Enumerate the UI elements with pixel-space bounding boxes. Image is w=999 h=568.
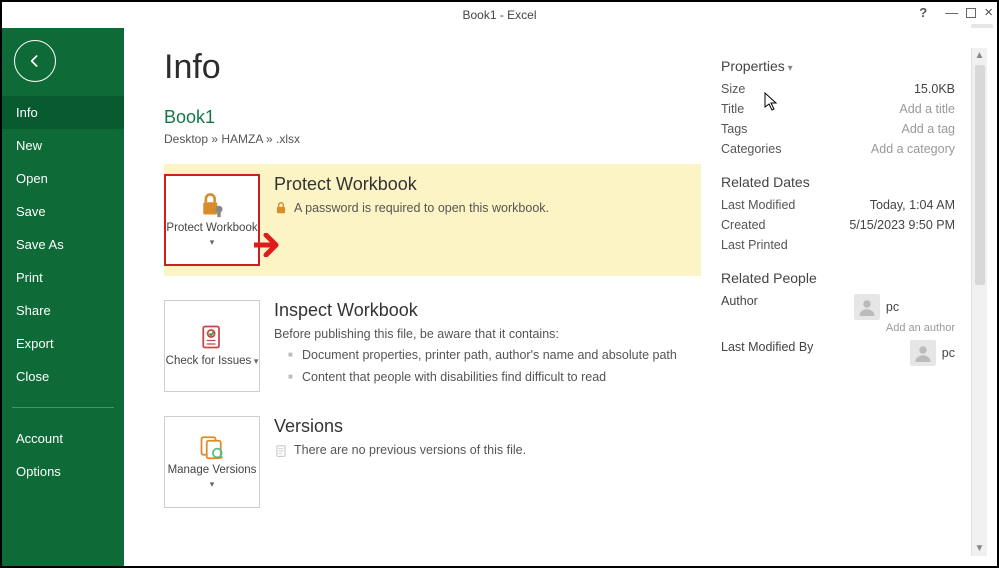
window-title: Book1 - Excel: [462, 8, 536, 22]
versions-heading: Versions: [274, 416, 701, 437]
sidebar-item-share[interactable]: Share: [2, 294, 124, 327]
manage-versions-button[interactable]: Manage Versions: [164, 416, 260, 508]
back-button[interactable]: [14, 40, 56, 82]
file-name: Book1: [164, 107, 701, 128]
chevron-down-icon: [785, 58, 793, 74]
titlebar: Book1 - Excel ? — ×: [2, 2, 997, 28]
sidebar-item-save[interactable]: Save: [2, 195, 124, 228]
person-avatar-icon: [854, 294, 880, 320]
protect-message: A password is required to open this work…: [294, 201, 549, 215]
protect-workbook-button[interactable]: Protect Workbook: [164, 174, 260, 266]
sidebar-item-export[interactable]: Export: [2, 327, 124, 360]
prop-row-size: Size15.0KB: [721, 82, 955, 96]
list-item: Document properties, printer path, autho…: [288, 347, 701, 365]
scroll-down-icon[interactable]: ▼: [975, 541, 985, 556]
sidebar-item-account[interactable]: Account: [2, 422, 124, 455]
sidebar-item-close[interactable]: Close: [2, 360, 124, 393]
protect-tile-label: Protect Workbook: [166, 222, 258, 250]
inspect-issues-list: Document properties, printer path, autho…: [274, 347, 701, 386]
properties-heading[interactable]: Properties: [721, 58, 955, 74]
backstage-sidebar: Info New Open Save Save As Print Share E…: [2, 28, 124, 566]
sidebar-separator: [12, 407, 114, 408]
chevron-down-icon: [210, 236, 215, 248]
chevron-down-icon: [210, 478, 215, 490]
versions-msg: There are no previous versions of this f…: [274, 443, 701, 458]
sidebar-item-info[interactable]: Info: [2, 96, 124, 129]
close-icon[interactable]: ×: [984, 4, 993, 21]
prop-row-title: TitleAdd a title: [721, 102, 955, 116]
properties-panel: Properties Size15.0KB TitleAdd a title T…: [721, 48, 971, 556]
inspect-heading: Inspect Workbook: [274, 300, 701, 321]
prop-row-author: Author pc Add an author: [721, 294, 955, 334]
main-panel: Info Book1 Desktop » HAMZA » .xlsx Prote…: [124, 28, 997, 566]
list-item: Content that people with disabilities fi…: [288, 369, 701, 387]
scroll-thumb[interactable]: [975, 65, 985, 285]
inspect-icon: [198, 323, 226, 351]
related-dates-heading: Related Dates: [721, 174, 955, 190]
prop-row-modified-by: Last Modified By pc: [721, 340, 955, 366]
window-controls: ? — ×: [919, 4, 993, 21]
author-name: pc: [886, 300, 899, 314]
callout-arrow-icon: [254, 233, 286, 257]
prop-row-tags: TagsAdd a tag: [721, 122, 955, 136]
modified-by-name: pc: [942, 346, 955, 360]
help-icon[interactable]: ?: [919, 5, 927, 20]
prop-row-created: Created5/15/2023 9:50 PM: [721, 218, 955, 232]
prop-row-last-printed: Last Printed: [721, 238, 955, 252]
sidebar-item-open[interactable]: Open: [2, 162, 124, 195]
restore-icon[interactable]: [966, 8, 976, 18]
related-people-heading: Related People: [721, 270, 955, 286]
lock-key-icon: [198, 190, 226, 218]
page-title: Info: [164, 48, 701, 87]
prop-row-categories: CategoriesAdd a category: [721, 142, 955, 156]
sidebar-item-print[interactable]: Print: [2, 261, 124, 294]
versions-icon: [198, 432, 226, 460]
inspect-section: Check for Issues Inspect Workbook Before…: [164, 300, 701, 392]
vertical-scrollbar[interactable]: ▲ ▼: [971, 48, 987, 556]
protect-heading: Protect Workbook: [274, 174, 691, 195]
sidebar-item-new[interactable]: New: [2, 129, 124, 162]
lock-icon: [274, 201, 288, 215]
minimize-icon[interactable]: —: [945, 5, 958, 20]
sidebar-item-options[interactable]: Options: [2, 455, 124, 488]
add-author-field[interactable]: Add an author: [886, 322, 955, 334]
app-window: Book1 - Excel ? — × ▾ Info New Open Save…: [0, 0, 999, 568]
versions-section: Manage Versions Versions There are no pr…: [164, 416, 701, 508]
sidebar-item-save-as[interactable]: Save As: [2, 228, 124, 261]
file-path-breadcrumb: Desktop » HAMZA » .xlsx: [164, 132, 701, 146]
chevron-down-icon: [251, 355, 258, 367]
versions-tile-label: Manage Versions: [165, 464, 259, 492]
inspect-sub: Before publishing this file, be aware th…: [274, 327, 701, 341]
inspect-tile-label: Check for Issues: [166, 355, 259, 369]
scroll-up-icon[interactable]: ▲: [975, 48, 985, 63]
protect-section: Protect Workbook Protect Workbook A pass…: [164, 164, 701, 276]
check-issues-button[interactable]: Check for Issues: [164, 300, 260, 392]
prop-row-last-modified: Last ModifiedToday, 1:04 AM: [721, 198, 955, 212]
info-content: Info Book1 Desktop » HAMZA » .xlsx Prote…: [164, 48, 721, 556]
document-icon: [274, 444, 288, 458]
person-avatar-icon: [910, 340, 936, 366]
